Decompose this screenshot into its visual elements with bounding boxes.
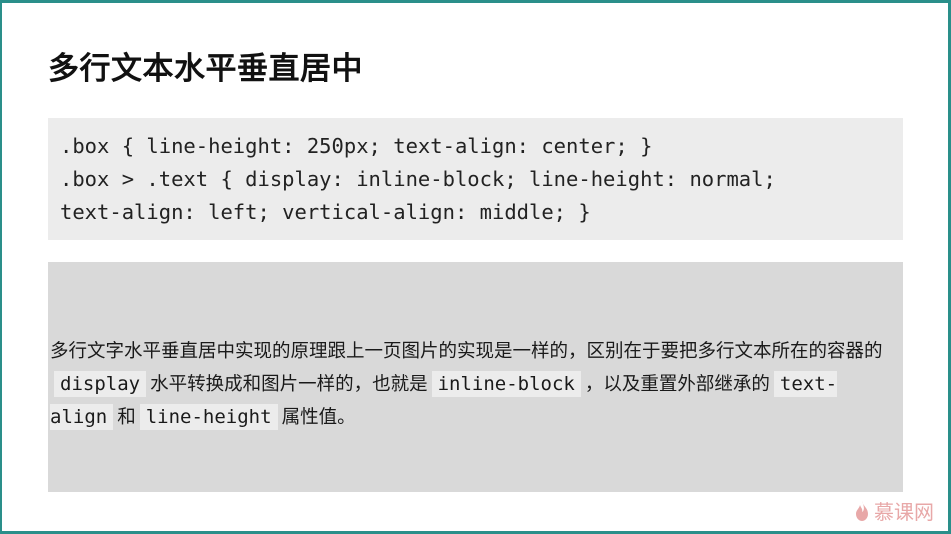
description-block: 多行文字水平垂直居中实现的原理跟上一页图片的实现是一样的，区别在于要把多行文本所…	[48, 262, 903, 492]
window-frame: 多行文本水平垂直居中 .box { line-height: 250px; te…	[0, 0, 951, 534]
description-text: ，以及重置外部继承的	[584, 374, 770, 395]
logo-text: 慕课网	[874, 500, 934, 524]
flame-icon	[854, 500, 870, 522]
inline-code: display	[54, 371, 147, 397]
inline-code: inline-block	[431, 371, 581, 397]
watermark-logo: 慕课网	[854, 496, 934, 525]
description-text: 多行文字水平垂直居中实现的原理跟上一页图片的实现是一样的，区别在于要把多行文本所…	[50, 341, 883, 362]
slide: 多行文本水平垂直居中 .box { line-height: 250px; te…	[2, 3, 948, 531]
inline-code: line-height	[139, 404, 278, 430]
description-text: 属性值。	[281, 407, 356, 428]
code-block: .box { line-height: 250px; text-align: c…	[48, 118, 903, 240]
description-text: 水平转换成和图片一样的，也就是	[150, 374, 428, 395]
code-line: text-align: left; vertical-align: middle…	[60, 200, 591, 224]
code-line: .box > .text { display: inline-block; li…	[60, 167, 776, 191]
slide-title: 多行文本水平垂直居中	[48, 51, 363, 87]
description-text: 和	[117, 407, 136, 428]
code-line: .box { line-height: 250px; text-align: c…	[60, 134, 653, 158]
